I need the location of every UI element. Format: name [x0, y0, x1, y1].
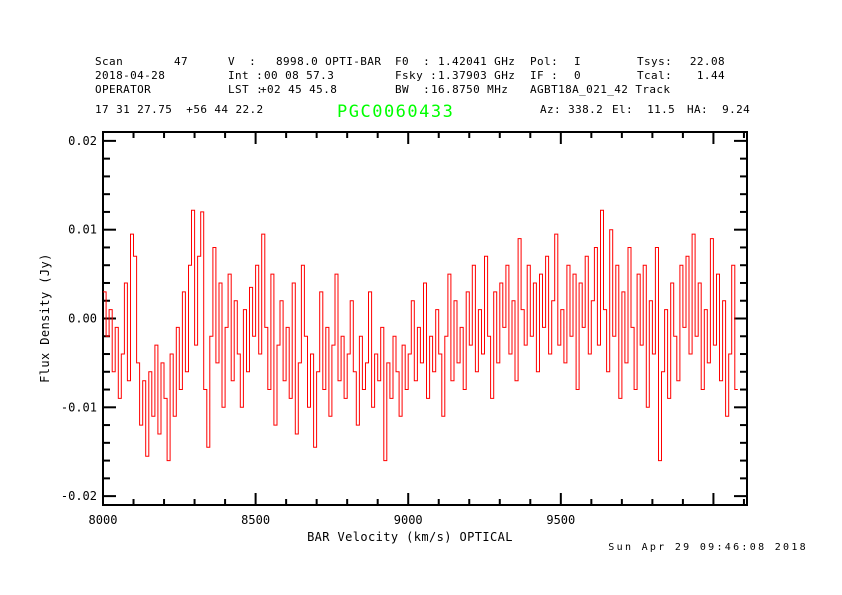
y-tick-label: -0.01: [61, 400, 97, 414]
x-tick-label: 8500: [241, 513, 270, 527]
plot-timestamp: Sun Apr 29 09:46:08 2018: [608, 542, 808, 553]
y-tick-label: -0.02: [61, 489, 97, 503]
x-tick-label: 9000: [394, 513, 423, 527]
x-tick-label: 9500: [546, 513, 575, 527]
y-tick-label: 0.01: [68, 223, 97, 237]
x-axis-label: BAR Velocity (km/s) OPTICAL: [307, 530, 513, 544]
spectrum-plot-canvas[interactable]: 8000 8500 9000 9500 0.02 0.01 0.00 -0.01 -0.02: [0, 0, 842, 595]
gbtidl-plotter-window: Scan 47 V : 8998.0 OPTI-BAR F0 : 1.42041…: [0, 0, 842, 595]
spectrum-trace: [103, 210, 738, 460]
x-tick-label: 8000: [89, 513, 118, 527]
y-tick-label: 0.02: [68, 134, 97, 148]
y-tick-label: 0.00: [68, 312, 97, 326]
y-axis-label: Flux Density (Jy): [38, 253, 52, 383]
plot-frame: [103, 132, 747, 505]
